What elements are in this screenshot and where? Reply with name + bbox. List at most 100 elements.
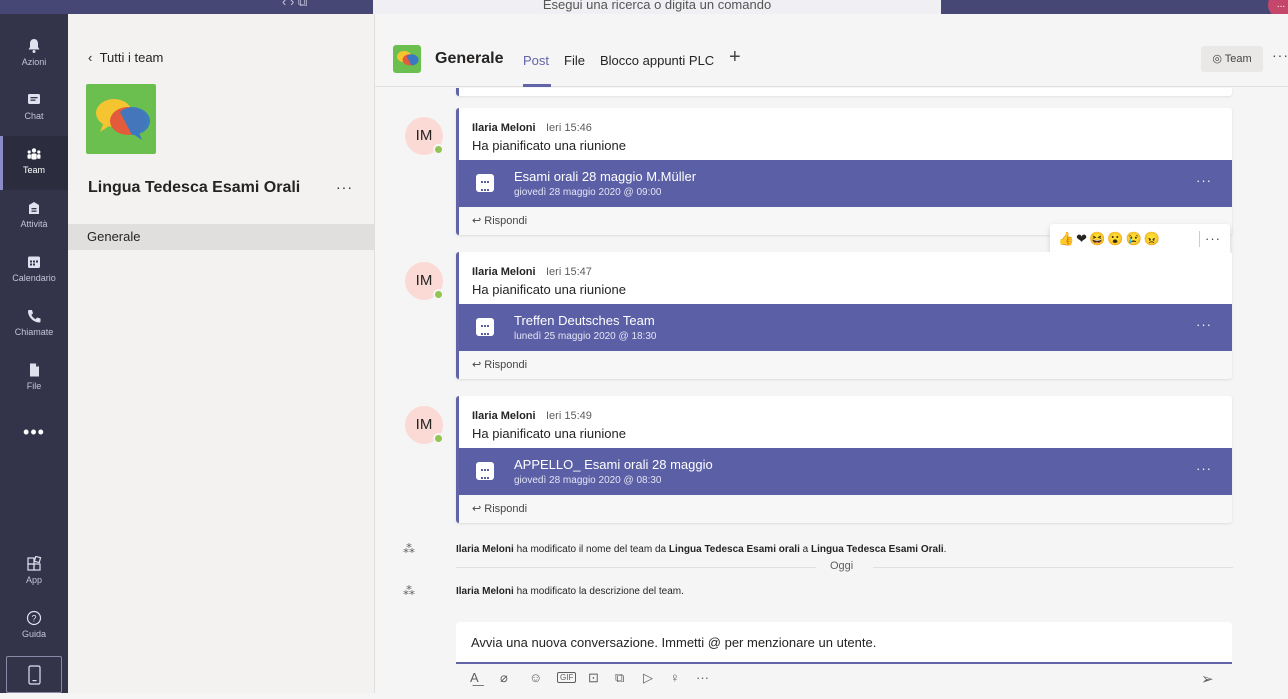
rail-item-guida[interactable]: ? Guida [0,600,68,654]
post-text: Ha pianificato una riunione [472,426,626,441]
previous-post-edge [456,88,1232,96]
system-message: ⁂ Ilaria Meloni ha modificato la descriz… [403,584,684,598]
attach-icon[interactable]: ⌀ [500,670,508,686]
rail-item-chat[interactable]: Chat [0,82,68,136]
tab-blocco-appunti[interactable]: Blocco appunti PLC [600,53,714,68]
post-time: Ieri 15:49 [546,410,592,422]
channel-title: Generale [435,50,504,67]
more-apps-button[interactable]: ••• [0,422,68,443]
system-message: ⁂ Ilaria Meloni ha modificato il nome de… [403,542,946,556]
tab-file[interactable]: File [564,53,585,68]
meeting-date: giovedì 28 maggio 2020 @ 08:30 [514,475,662,486]
post-author[interactable]: Ilaria Meloni [472,266,536,278]
group-icon: ⁂ [403,584,415,598]
back-label: Tutti i team [99,50,164,65]
help-icon: ? [26,610,42,626]
avatar-initials: IM [415,272,433,289]
date-divider: Oggi [830,560,854,572]
team-button[interactable]: ◎ Team [1201,46,1263,72]
rail-item-calendario[interactable]: Calendario [0,244,68,298]
old-name: Lingua Tedesca Esami orali [668,544,800,555]
rail-item-team[interactable]: Team [0,136,68,190]
add-tab-button[interactable]: + [729,46,741,69]
reply-arrow-icon: ↩ [472,215,485,227]
meeting-more-button[interactable]: ··· [1196,173,1212,188]
status-available-icon [433,289,444,300]
active-tab-indicator [523,84,551,87]
meeting-card[interactable]: Esami orali 28 maggio M.Müller giovedì 2… [459,160,1232,207]
praise-icon[interactable]: ♀ [670,670,680,685]
chevron-left-icon: ‹ [88,50,100,65]
team-name: Lingua Tedesca Esami Orali [88,179,301,196]
device-icon[interactable] [6,656,62,693]
send-icon[interactable]: ➢ [1201,670,1214,688]
rail-item-chiamate[interactable]: Chiamate [0,298,68,352]
back-to-teams[interactable]: ‹ Tutti i team [88,50,163,65]
header-more-button[interactable]: ··· [1272,47,1288,63]
history-nav[interactable]: ‹ › ⧉ [282,0,307,10]
avatar[interactable]: IM [405,262,444,300]
avatar-initials: IM [415,127,433,144]
reply-arrow-icon: ↩ [472,359,485,371]
actor: Ilaria Meloni [456,586,514,597]
rail-label: Chat [24,111,44,121]
mobile-icon [28,665,41,685]
reaction-more-button[interactable]: ··· [1205,224,1221,254]
gif-icon[interactable]: GIF [557,672,577,683]
meeting-more-button[interactable]: ··· [1196,317,1212,332]
compose-input[interactable]: Avvia una nuova conversazione. Immetti @… [456,622,1232,664]
text: a [799,544,811,555]
bell-icon [28,39,40,53]
reply-label: Rispondi [484,215,528,227]
meeting-card[interactable]: APPELLO_ Esami orali 28 maggio giovedì 2… [459,448,1232,495]
meeting-date: giovedì 28 maggio 2020 @ 09:00 [514,187,662,198]
avatar[interactable]: IM [405,406,444,444]
text: ha modificato la descrizione del team. [513,586,684,597]
post-author[interactable]: Ilaria Meloni [472,410,536,422]
text: ha modificato il nome del team da [513,544,669,555]
channel-header: Generale Post File Blocco appunti PLC + … [375,14,1288,87]
post-time: Ieri 15:47 [546,266,592,278]
calendar-icon [476,318,494,336]
chat-icon [28,94,40,104]
reaction-emojis[interactable]: 👍❤😆😮😢😠 [1058,231,1162,246]
text: . [943,544,947,555]
meeting-title: Esami orali 28 maggio M.Müller [514,169,697,184]
team-more-button[interactable]: ··· [336,179,353,195]
sticker-icon[interactable]: ⊡ [588,670,599,686]
user-avatar[interactable]: ... [1268,0,1288,14]
new-name: Lingua Tedesca Esami Orali [811,544,944,555]
emoji-icon[interactable]: ☺ [529,670,542,685]
channel-item-generale[interactable]: Generale [68,224,374,250]
divider-line [873,567,1233,568]
rail-label: File [26,381,42,391]
eye-icon: ◎ [1212,53,1225,65]
rail-label: Azioni [21,57,47,67]
meeting-card[interactable]: Treffen Deutsches Team lunedì 25 maggio … [459,304,1232,351]
reply-arrow-icon: ↩ [472,503,485,515]
rail-label: Attività [20,219,48,229]
post-time: Ieri 15:46 [546,122,592,134]
meet-icon[interactable]: ⧉ [615,670,624,686]
rail-item-azioni[interactable]: Azioni [0,28,68,82]
reply-button[interactable]: ↩ Rispondi [459,351,1232,379]
stream-icon[interactable]: ▷ [643,670,653,686]
more-icon[interactable]: ··· [696,670,709,685]
post-author[interactable]: Ilaria Meloni [472,122,536,134]
app-rail: Azioni Chat Team Attività Calendario Chi… [0,14,68,693]
rail-item-attivita[interactable]: Attività [0,190,68,244]
reply-button[interactable]: ↩ Rispondi [459,495,1232,523]
tab-post[interactable]: Post [523,53,549,68]
system-message-text: Ilaria Meloni ha modificato la descrizio… [456,586,684,597]
phone-icon [28,310,41,323]
avatar[interactable]: IM [405,117,444,155]
reply-label: Rispondi [484,503,528,515]
meeting-more-button[interactable]: ··· [1196,461,1212,476]
rail-label: Chiamate [14,327,54,337]
format-icon[interactable]: A͟ [470,670,479,685]
rail-item-file[interactable]: File [0,352,68,406]
team-logo [86,84,156,154]
rail-item-app[interactable]: App [0,546,68,600]
search-input[interactable]: Esegui una ricerca o digita un comando [373,0,941,14]
rail-label: App [25,575,42,585]
